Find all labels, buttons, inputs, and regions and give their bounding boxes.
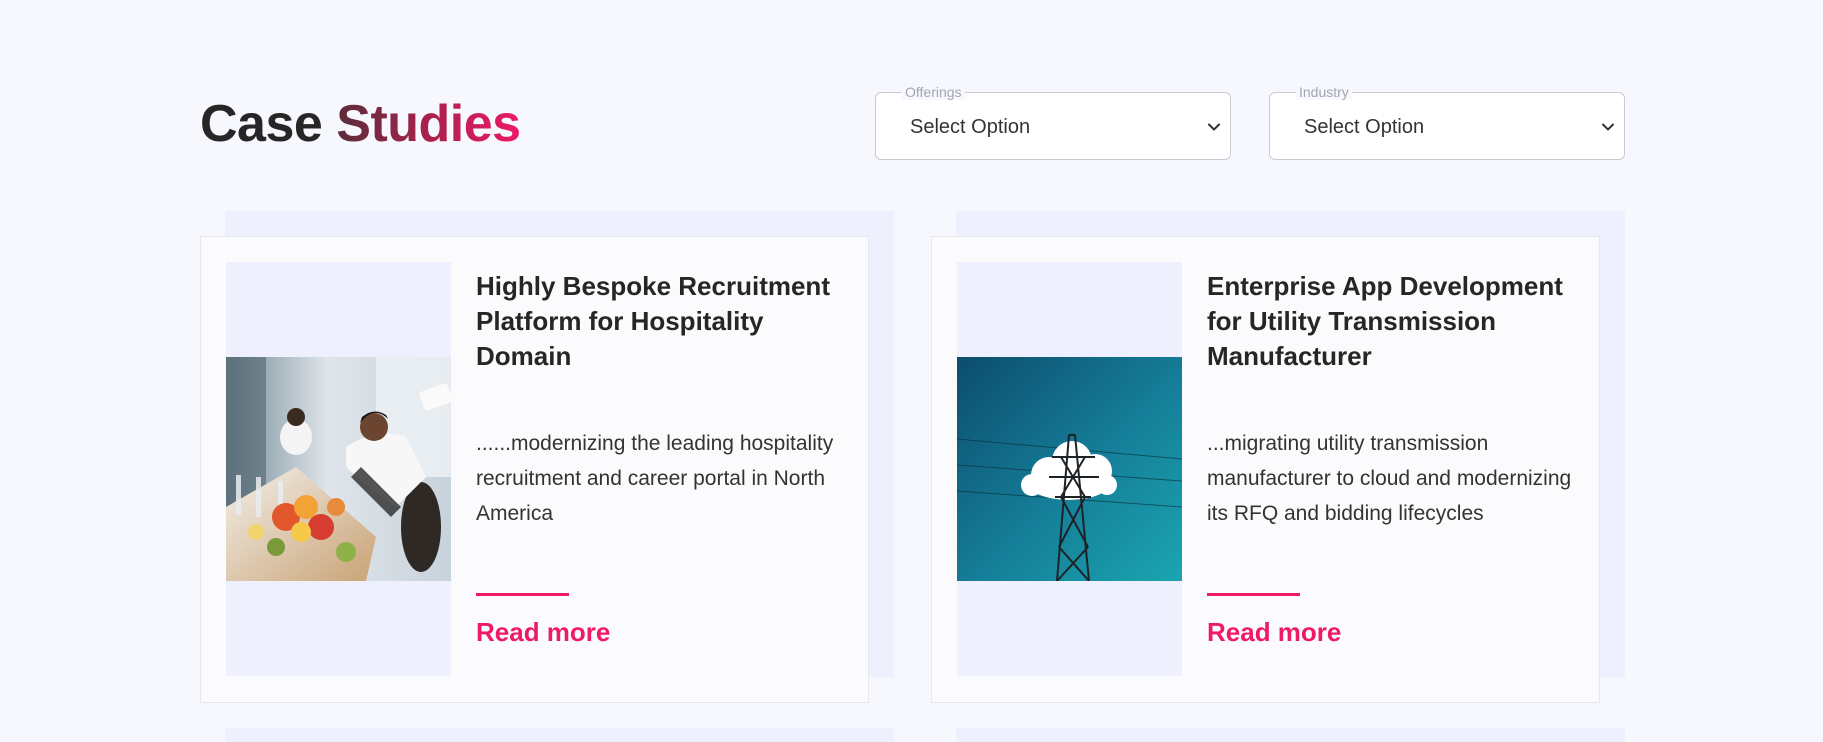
card-title: Enterprise App Development for Utility T… [1207,271,1563,371]
next-card-backdrop [956,728,1625,742]
offerings-select[interactable]: Offerings Select Option [875,84,1231,160]
read-more-link[interactable]: Read more [476,615,610,649]
card-description: ...migrating utility transmission manufa… [1207,432,1572,525]
page-title-accent: Studies [336,95,521,153]
card-media [957,262,1182,676]
card-divider [1207,593,1300,596]
chevron-down-icon [1208,123,1220,131]
industry-select-label: Industry [1296,84,1352,100]
case-study-card-recruitment[interactable]: Highly Bespoke Recruitment Platform for … [200,236,869,703]
next-card-backdrop [225,728,894,742]
industry-select-value: Select Option [1304,116,1425,138]
power-pylon-cloud-photo [957,357,1182,581]
card-divider [476,593,569,596]
chevron-down-icon [1602,123,1614,131]
read-more-link[interactable]: Read more [1207,615,1341,649]
offerings-select-label: Offerings [902,84,965,100]
restaurant-waiter-photo [226,357,451,581]
card-media [226,262,451,676]
card-title: Highly Bespoke Recruitment Platform for … [476,271,830,371]
page-title: Case Studies [200,92,521,156]
case-studies-page: Case Studies Offerings Select Option Ind… [0,0,1823,742]
case-study-card-utility[interactable]: Enterprise App Development for Utility T… [931,236,1600,703]
page-title-plain: Case [200,95,337,153]
offerings-select-value: Select Option [910,116,1031,138]
industry-select[interactable]: Industry Select Option [1269,84,1625,160]
card-description: ......modernizing the leading hospitalit… [476,432,834,525]
